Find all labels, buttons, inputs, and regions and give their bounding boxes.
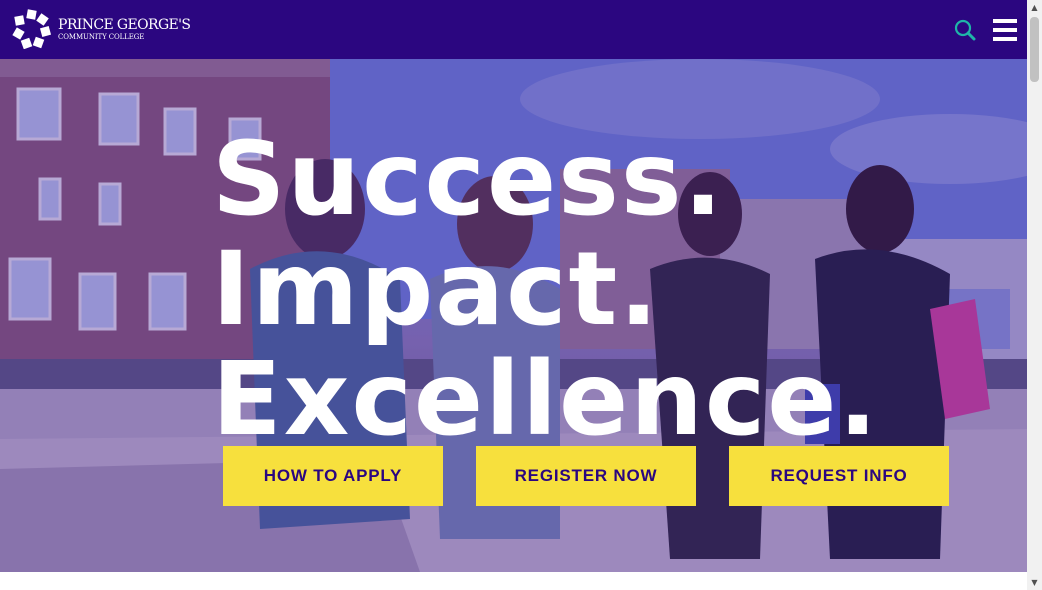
- hamburger-menu-button[interactable]: [993, 19, 1017, 41]
- scroll-down-arrow-icon[interactable]: ▼: [1027, 575, 1042, 590]
- hero-banner: Success. Impact. Excellence. HOW TO APPL…: [0, 59, 1027, 572]
- hamburger-menu-icon: [993, 37, 1017, 41]
- search-icon: [954, 19, 976, 41]
- vertical-scrollbar[interactable]: ▲ ▼: [1027, 0, 1042, 590]
- search-button[interactable]: [954, 19, 976, 41]
- register-now-button[interactable]: REGISTER NOW: [476, 446, 696, 506]
- request-info-button[interactable]: REQUEST INFO: [729, 446, 949, 506]
- logo-college-name: PRINCE GEORGE'S: [58, 16, 191, 33]
- scrollbar-thumb[interactable]: [1030, 17, 1039, 82]
- hamburger-menu-icon: [993, 19, 1017, 23]
- site-logo-link[interactable]: PRINCE GEORGE'S COMMUNITY COLLEGE: [12, 9, 191, 49]
- logo-wordmark: PRINCE GEORGE'S COMMUNITY COLLEGE: [58, 16, 191, 41]
- pgcc-logo-icon: [12, 9, 52, 49]
- how-to-apply-button[interactable]: HOW TO APPLY: [223, 446, 443, 506]
- hero-headline: Success. Impact. Excellence.: [212, 125, 879, 455]
- headline-line-impact: Impact.: [212, 230, 661, 349]
- scroll-up-arrow-icon[interactable]: ▲: [1027, 0, 1042, 15]
- page-viewport: PRINCE GEORGE'S COMMUNITY COLLEGE Succes…: [0, 0, 1027, 590]
- logo-college-subtitle: COMMUNITY COLLEGE: [58, 32, 145, 41]
- site-header: PRINCE GEORGE'S COMMUNITY COLLEGE: [0, 0, 1027, 59]
- hamburger-menu-icon: [993, 28, 1017, 32]
- headline-line-success: Success.: [212, 120, 725, 239]
- headline-line-excellence: Excellence.: [212, 340, 880, 459]
